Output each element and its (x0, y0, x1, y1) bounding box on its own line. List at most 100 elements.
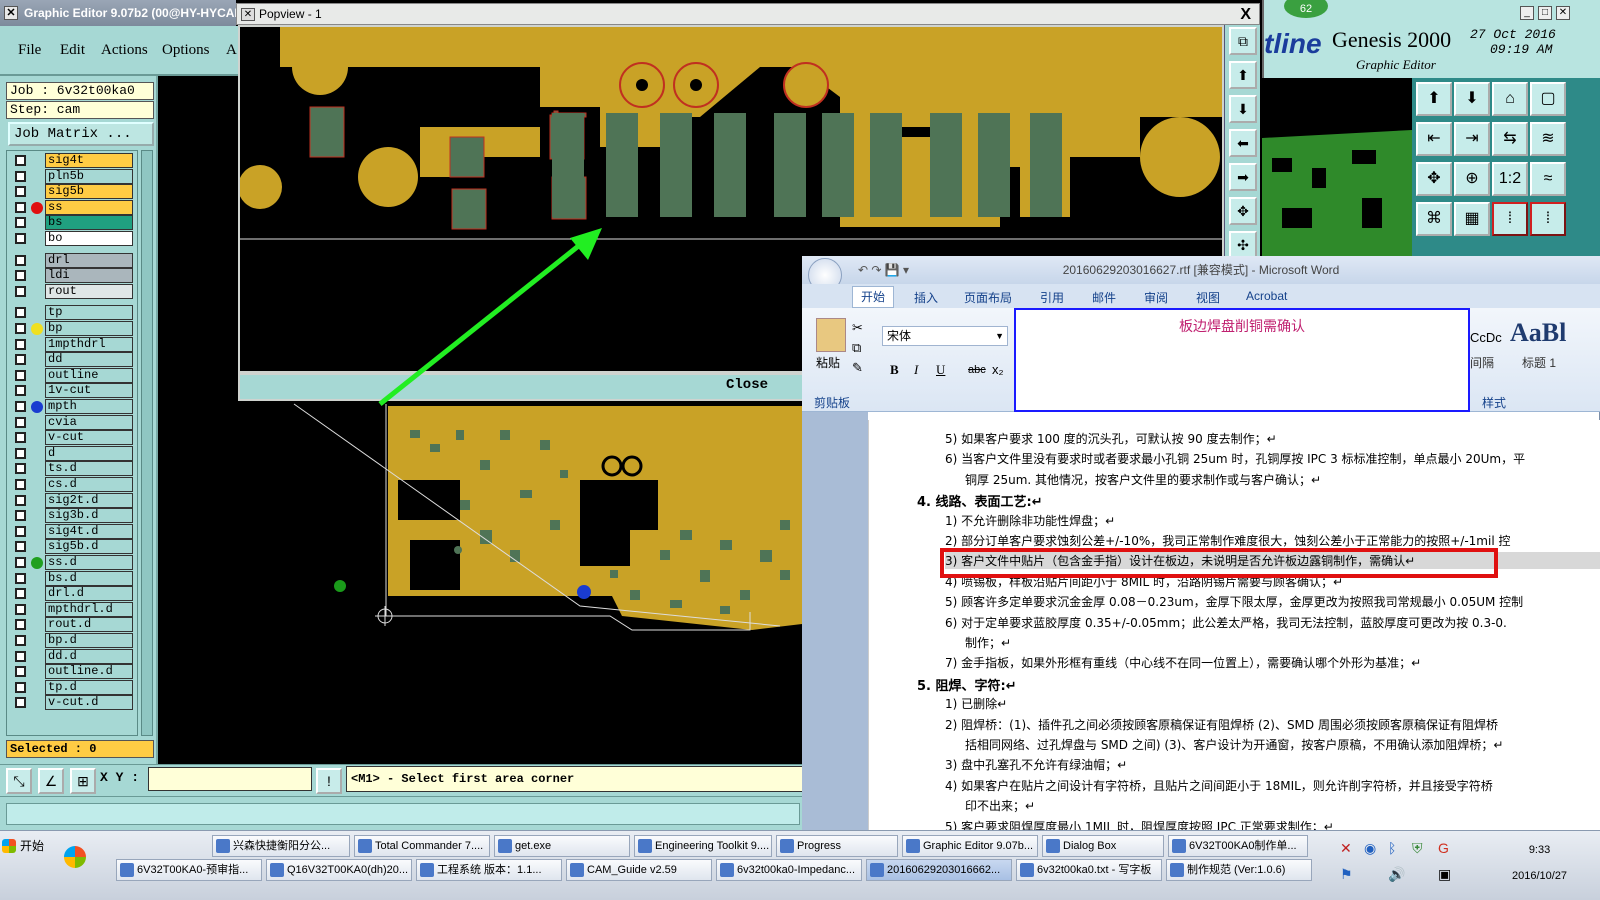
layer-checkbox[interactable] (15, 432, 26, 444)
layer-row-sig3b-d[interactable]: sig3b.d (9, 508, 137, 524)
layer-checkbox[interactable] (15, 217, 26, 229)
tray-network-icon[interactable]: ◉ (1364, 840, 1376, 857)
pcb-canvas[interactable] (160, 400, 802, 764)
tool-up-icon[interactable]: ⬆ (1416, 82, 1452, 116)
taskbar-button-row2-6[interactable]: 6v32t00ka0.txt - 写字板 (1016, 859, 1162, 881)
ribbon-tab-5[interactable]: 审阅 (1144, 289, 1168, 306)
tray-app-icon[interactable]: G (1438, 840, 1449, 856)
menu-options[interactable]: Options (162, 42, 210, 59)
tool-shrink-icon[interactable]: ⊕ (1454, 162, 1490, 196)
zoom-out-icon[interactable]: ✣ (1229, 231, 1257, 259)
bluetooth-icon[interactable]: ᛒ (1388, 840, 1396, 856)
layer-name[interactable]: ts.d (45, 461, 133, 477)
clock[interactable]: 9:33 2016/10/27 (1512, 842, 1567, 884)
layer-checkbox[interactable] (15, 369, 26, 381)
tool-frame-icon[interactable]: ▢ (1530, 82, 1566, 116)
pan-up-icon[interactable]: ⬆ (1229, 61, 1257, 89)
layer-checkbox[interactable] (15, 338, 26, 350)
taskbar-button-row1-7[interactable]: 6V32T00KA0制作单... (1168, 835, 1308, 857)
ribbon-tab-4[interactable]: 邮件 (1092, 289, 1116, 306)
layer-row-mpth[interactable]: mpth (9, 399, 137, 414)
layer-checkbox[interactable] (15, 619, 26, 631)
layer-row-cvia[interactable]: cvia (9, 414, 137, 430)
layer-row-sig5b[interactable]: sig5b (9, 184, 137, 200)
job-matrix-button[interactable]: Job Matrix ... (8, 122, 154, 146)
layer-name[interactable]: dd.d (45, 648, 133, 664)
graphic-editor-titlebar[interactable]: ✕ Graphic Editor 9.07b2 (00@HY-HYCAM (0, 0, 236, 26)
font-name-select[interactable]: 宋体 ▼ (882, 326, 1008, 346)
layer-name[interactable]: sig5b.d (45, 539, 133, 555)
style-heading1-preview[interactable]: AaBl (1510, 318, 1566, 348)
layer-row-ts-d[interactable]: ts.d (9, 461, 137, 477)
layer-checkbox[interactable] (15, 155, 26, 166)
layer-checkbox[interactable] (15, 254, 26, 266)
layer-row-sig5b-d[interactable]: sig5b.d (9, 539, 137, 555)
tool-net-icon[interactable]: ⌘ (1416, 202, 1452, 236)
layer-checkbox[interactable] (15, 201, 26, 213)
layer-checkbox[interactable] (15, 479, 26, 490)
layer-checkbox[interactable] (15, 650, 26, 662)
italic-button[interactable]: I (914, 362, 918, 378)
layer-name[interactable]: dd (45, 352, 133, 368)
tool-mirror-icon[interactable]: ⇆ (1492, 122, 1528, 156)
cut-icon[interactable]: ✂ (852, 320, 863, 336)
minimize-icon[interactable]: _ (1520, 6, 1534, 20)
layer-row-tp-d[interactable]: tp.d (9, 679, 137, 695)
layer-name[interactable]: rout.d (45, 617, 133, 633)
layer-row-dd-d[interactable]: dd.d (9, 648, 137, 664)
layer-row-d[interactable]: d (9, 445, 137, 461)
layer-row-bp-d[interactable]: bp.d (9, 633, 137, 648)
layer-name[interactable]: bs (45, 215, 133, 231)
layer-checkbox[interactable] (15, 697, 26, 709)
layer-checkbox[interactable] (15, 681, 26, 693)
close-icon[interactable]: ✕ (4, 6, 18, 20)
layer-row-rout[interactable]: rout (9, 283, 137, 299)
menu-actions[interactable]: Actions (101, 42, 148, 59)
layer-checkbox[interactable] (15, 233, 26, 244)
grid-icon[interactable]: ⊞ (70, 768, 96, 794)
taskbar-button-row2-2[interactable]: 工程系统 版本：1.1... (416, 859, 562, 881)
format-painter-icon[interactable]: ✎ (852, 360, 863, 376)
layer-row-v-cut-d[interactable]: v-cut.d (9, 695, 137, 711)
style-nospacing-label[interactable]: 间隔 (1470, 354, 1494, 371)
comment-box[interactable]: 板边焊盘削铜需确认 (1014, 308, 1470, 412)
popview-close-button[interactable]: Close (726, 377, 768, 393)
layer-row-mpthdrl-d[interactable]: mpthdrl.d (9, 601, 137, 617)
layer-row-cs-d[interactable]: cs.d (9, 477, 137, 492)
taskbar-button-row2-7[interactable]: 制作规范 (Ver:1.0.6) (1166, 859, 1312, 881)
ribbon-tab-2[interactable]: 页面布局 (964, 289, 1012, 306)
layer-checkbox[interactable] (15, 603, 26, 615)
zoom-in-icon[interactable]: ✥ (1229, 197, 1257, 225)
layer-row-outline[interactable]: outline (9, 367, 137, 383)
strikethrough-button[interactable]: abc (968, 364, 986, 376)
layer-row-1mpthdrl[interactable]: 1mpthdrl (9, 336, 137, 352)
layer-name[interactable]: ldi (45, 268, 133, 284)
layer-checkbox[interactable] (15, 270, 26, 282)
layer-name[interactable]: sig5b (45, 184, 133, 200)
close-icon[interactable]: ✕ (1556, 6, 1570, 20)
taskbar-button-row1-3[interactable]: Engineering Toolkit 9.... (634, 835, 772, 857)
tool-scale-icon[interactable]: ≈ (1530, 162, 1566, 196)
taskbar-button-row1-4[interactable]: Progress (776, 835, 898, 857)
layer-name[interactable]: v-cut (45, 430, 133, 446)
pan-left-icon[interactable]: ⬅ (1229, 129, 1257, 157)
paste-label[interactable]: 粘贴 (816, 354, 840, 371)
layer-row-sig4t-d[interactable]: sig4t.d (9, 523, 137, 539)
layer-name[interactable]: drl (45, 252, 133, 268)
layer-checkbox[interactable] (15, 572, 26, 584)
layer-name[interactable]: bs.d (45, 570, 133, 586)
tray-flag-icon[interactable]: ⚑ (1340, 866, 1353, 883)
style-nospacing-preview[interactable]: CcDc (1470, 330, 1502, 345)
quick-access-icon[interactable]: ↶ ↷ 💾 ▾ (858, 256, 909, 284)
layer-checkbox[interactable] (15, 510, 26, 522)
layer-checkbox[interactable] (15, 416, 26, 428)
layer-name[interactable]: d (45, 445, 133, 461)
zoom-area-icon[interactable]: ⤡ (6, 768, 32, 794)
layer-checkbox[interactable] (15, 170, 26, 182)
layer-checkbox[interactable] (15, 354, 26, 366)
layer-row-bs[interactable]: bs (9, 215, 137, 231)
maximize-icon[interactable]: □ (1538, 6, 1552, 20)
layer-name[interactable]: bo (45, 231, 133, 246)
tool-right-icon[interactable]: ⇥ (1454, 122, 1490, 156)
layer-checkbox[interactable] (15, 186, 26, 198)
